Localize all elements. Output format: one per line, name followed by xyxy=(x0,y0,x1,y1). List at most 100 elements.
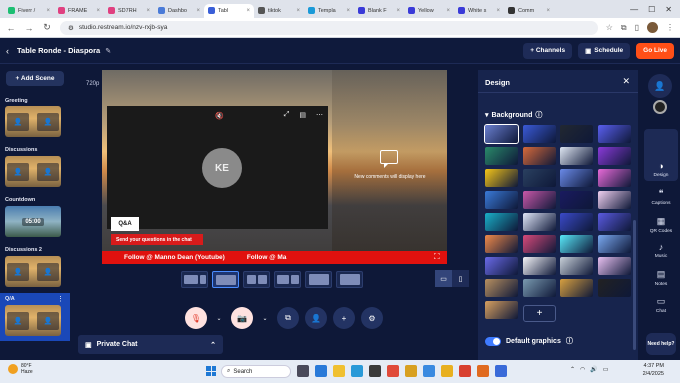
background-swatch[interactable] xyxy=(485,147,518,165)
browser-tab[interactable]: White s × xyxy=(454,4,504,18)
record-icon[interactable] xyxy=(653,100,667,114)
browser-tab[interactable]: Fiverr / × xyxy=(4,4,54,18)
info-icon[interactable]: ⓘ xyxy=(566,336,573,346)
background-swatch[interactable] xyxy=(485,191,518,209)
app-icon[interactable] xyxy=(423,365,435,377)
schedule-button[interactable]: ▣ Schedule xyxy=(578,42,631,59)
tab-close-icon[interactable]: × xyxy=(246,8,250,14)
private-chat-bar[interactable]: ▣ Private Chat ⌃ xyxy=(78,335,223,354)
browser-tab[interactable]: Blank F × xyxy=(354,4,404,18)
tab-close-icon[interactable]: × xyxy=(46,8,50,14)
browser-tab[interactable]: FRAME × xyxy=(54,4,104,18)
chevron-up-icon[interactable]: ⌃ xyxy=(210,341,216,349)
need-help-button[interactable]: Need help? xyxy=(646,333,676,355)
background-swatch[interactable] xyxy=(560,235,593,253)
background-swatch[interactable] xyxy=(485,257,518,275)
extensions-icon[interactable]: ⧉ xyxy=(621,23,627,33)
background-swatch[interactable] xyxy=(522,191,556,209)
share-screen-icon[interactable]: ⧉ xyxy=(277,307,299,329)
browser-tab[interactable]: Comm × xyxy=(504,4,554,18)
tab-close-icon[interactable]: × xyxy=(496,8,500,14)
rail-item-design[interactable]: ◑ Design xyxy=(642,161,680,178)
rail-item-notes[interactable]: ▤ Notes xyxy=(642,269,680,287)
desktop-view-icon[interactable]: ▭ xyxy=(435,270,452,287)
layout-icon[interactable]: ▤ xyxy=(299,111,306,119)
app-icon[interactable] xyxy=(369,365,381,377)
background-swatch[interactable] xyxy=(485,301,518,319)
sidebar-icon[interactable]: ▯ xyxy=(635,23,639,32)
app-icon[interactable] xyxy=(477,365,489,377)
scene-thumbnail-greeting[interactable]: 👤 👤 xyxy=(5,106,61,137)
settings-gear-icon[interactable]: ⚙ xyxy=(361,307,383,329)
scene-thumbnail-countdown[interactable]: 05:00 xyxy=(5,206,61,237)
mic-options-chevron-icon[interactable]: ⌄ xyxy=(213,307,225,329)
scene-options-icon[interactable]: ⋮ xyxy=(57,295,64,303)
background-swatch[interactable] xyxy=(522,125,556,143)
windows-start-icon[interactable] xyxy=(206,366,216,376)
background-swatch[interactable] xyxy=(522,147,556,165)
background-swatch[interactable] xyxy=(597,125,631,143)
rail-item-music[interactable]: ♪ Music xyxy=(642,242,680,259)
add-source-icon[interactable]: + xyxy=(333,307,355,329)
browser-tab[interactable]: tiktok × xyxy=(254,4,304,18)
background-swatch[interactable] xyxy=(597,213,631,231)
background-swatch[interactable] xyxy=(560,257,593,275)
site-info-icon[interactable]: ⚙ xyxy=(68,24,74,32)
rail-item-qr-codes[interactable]: ▦ QR Codes xyxy=(642,216,680,234)
go-live-button[interactable]: Go Live xyxy=(636,42,674,59)
app-icon[interactable] xyxy=(441,365,453,377)
weather-widget[interactable]: 80°F Haze xyxy=(8,363,33,375)
background-swatch[interactable] xyxy=(597,191,631,209)
scene-thumbnail-qa[interactable]: 👤 👤 xyxy=(5,305,61,336)
minimize-icon[interactable]: — xyxy=(630,5,638,14)
app-icon[interactable] xyxy=(315,365,327,377)
microphone-off-icon[interactable]: 🎙 xyxy=(185,307,207,329)
rail-item-captions[interactable]: ❝ Captions xyxy=(642,188,680,206)
background-section-label[interactable]: ▾ Background ⓘ xyxy=(485,110,542,120)
app-icon[interactable] xyxy=(387,365,399,377)
background-swatch[interactable] xyxy=(522,257,556,275)
expand-icon[interactable]: ⤢ xyxy=(284,111,290,119)
background-swatch[interactable] xyxy=(560,191,593,209)
layout-option-3[interactable] xyxy=(243,271,270,288)
tab-close-icon[interactable]: × xyxy=(446,8,450,14)
camera-off-icon[interactable]: 📷 xyxy=(231,307,253,329)
rail-item-chat[interactable]: ▭ Chat xyxy=(642,296,680,314)
background-swatch[interactable] xyxy=(560,279,593,297)
close-icon[interactable]: ✕ xyxy=(622,76,630,87)
scrollbar[interactable] xyxy=(633,220,636,350)
background-swatch[interactable] xyxy=(485,169,518,187)
reload-icon[interactable]: ↻ xyxy=(42,22,52,33)
browser-tab[interactable]: SD7RH × xyxy=(104,4,154,18)
background-swatch[interactable] xyxy=(597,147,631,165)
layout-option-1[interactable] xyxy=(181,271,208,288)
tab-close-icon[interactable]: × xyxy=(346,8,350,14)
background-swatch[interactable] xyxy=(485,235,518,253)
taskbar-clock[interactable]: 4:37 PM 2/4/2025 xyxy=(624,363,664,378)
background-swatch[interactable] xyxy=(485,279,518,297)
layout-option-5[interactable] xyxy=(305,271,332,288)
background-swatch[interactable] xyxy=(560,169,593,187)
background-swatch[interactable] xyxy=(560,213,593,231)
scene-thumbnail-discussions-2[interactable]: 👤 👤 xyxy=(5,256,61,287)
default-graphics-toggle[interactable] xyxy=(485,336,501,346)
browser-tab[interactable]: Templa × xyxy=(304,4,354,18)
wifi-icon[interactable]: ◠ xyxy=(580,366,585,373)
camera-options-chevron-icon[interactable]: ⌄ xyxy=(259,307,271,329)
background-swatch[interactable] xyxy=(485,213,518,231)
background-swatch[interactable] xyxy=(522,235,556,253)
scene-thumbnail-discussions[interactable]: 👤 👤 xyxy=(5,156,61,187)
edge-icon[interactable] xyxy=(351,365,363,377)
forward-arrow-icon[interactable]: → xyxy=(24,23,34,33)
folder-app-icon[interactable] xyxy=(333,365,345,377)
app-icon[interactable] xyxy=(405,365,417,377)
info-icon[interactable]: ⓘ xyxy=(535,110,542,120)
add-background-button[interactable]: + xyxy=(523,305,556,322)
background-swatch[interactable] xyxy=(484,124,519,144)
tab-close-icon[interactable]: × xyxy=(146,8,150,14)
tab-close-icon[interactable]: × xyxy=(546,8,550,14)
tab-close-icon[interactable]: × xyxy=(96,8,100,14)
background-swatch[interactable] xyxy=(597,279,631,297)
bookmark-star-icon[interactable]: ☆ xyxy=(606,23,613,32)
battery-icon[interactable]: ▭ xyxy=(603,366,609,373)
